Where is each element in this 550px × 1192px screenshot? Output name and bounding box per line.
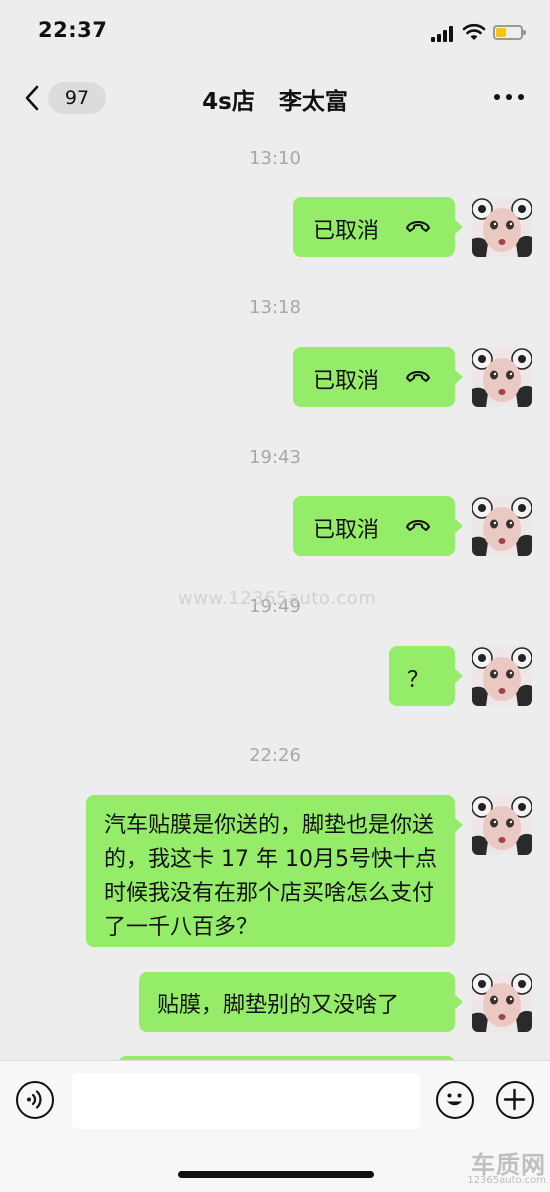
wifi-icon [462,23,486,40]
message-text: 已取消 [313,219,380,244]
more-button[interactable] [488,84,530,110]
baby-avatar-image [472,496,532,556]
emoji-button[interactable] [436,1081,474,1119]
watermark: www.12365auto.com [178,588,377,609]
chevron-left-icon [25,85,39,111]
message-time: 13:10 [249,148,301,169]
avatar[interactable] [472,646,532,706]
text-bubble[interactable]: 贴膜，脚垫别的又没啥了 [139,972,463,1032]
signal-icon [431,26,457,42]
baby-avatar-image [472,347,532,407]
emoji-icon [447,1093,462,1106]
voice-call-bubble[interactable]: 已取消 [293,197,463,257]
message-time: 19:43 [249,447,301,468]
avatar[interactable] [472,347,532,407]
text-bubble[interactable]: 汽车贴膜是你送的，脚垫也是你送的，我这卡 17 年 10月5号快十点时候我没有在… [86,795,463,947]
status-time: 22:37 [38,18,108,42]
more-dots-icon [494,94,500,100]
chat-title: 4s店 李太富 [202,89,348,115]
phone-hangup-icon [406,221,430,232]
plus-icon [503,1088,526,1111]
message-text: 汽车贴膜是你送的，脚垫也是你送的，我这卡 17 年 10月5号快十点时候我没有在… [104,813,437,940]
baby-avatar-image [472,795,532,855]
message-text: 贴膜，脚垫别的又没啥了 [157,993,400,1018]
voice-button[interactable] [16,1081,54,1119]
avatar[interactable] [472,795,532,855]
avatar[interactable] [472,197,532,257]
unread-count-badge: 97 [48,82,106,114]
battery-level [496,28,506,37]
message-text: 已取消 [313,518,380,543]
voice-call-bubble[interactable]: 已取消 [293,496,463,556]
message-text: ？ [407,668,430,693]
status-bar: 22:37 [0,0,550,64]
corner-logo: 车质网 12365auto.com [448,1145,548,1189]
plus-button[interactable] [496,1081,534,1119]
text-bubble[interactable]: ？ [389,646,463,706]
message-time: 13:18 [249,297,301,318]
back-button[interactable]: 97 [14,78,106,118]
voice-input-icon [27,1090,42,1109]
phone-hangup-icon [406,371,430,382]
nav-bar: 97 4s店 李太富 [0,64,550,130]
avatar[interactable] [472,496,532,556]
message-input[interactable] [72,1073,420,1129]
home-indicator [178,1171,374,1178]
logo-url: 12365auto.com [467,1175,546,1186]
phone-hangup-icon [406,520,430,531]
message-time: 22:26 [249,745,301,766]
baby-avatar-image [472,646,532,706]
baby-avatar-image [472,972,532,1032]
message-text: 已取消 [313,369,380,394]
baby-avatar-image [472,197,532,257]
voice-call-bubble[interactable]: 已取消 [293,347,463,407]
avatar[interactable] [472,972,532,1032]
input-bar: 车质网 12365auto.com [0,1060,550,1192]
battery-icon [493,25,526,40]
